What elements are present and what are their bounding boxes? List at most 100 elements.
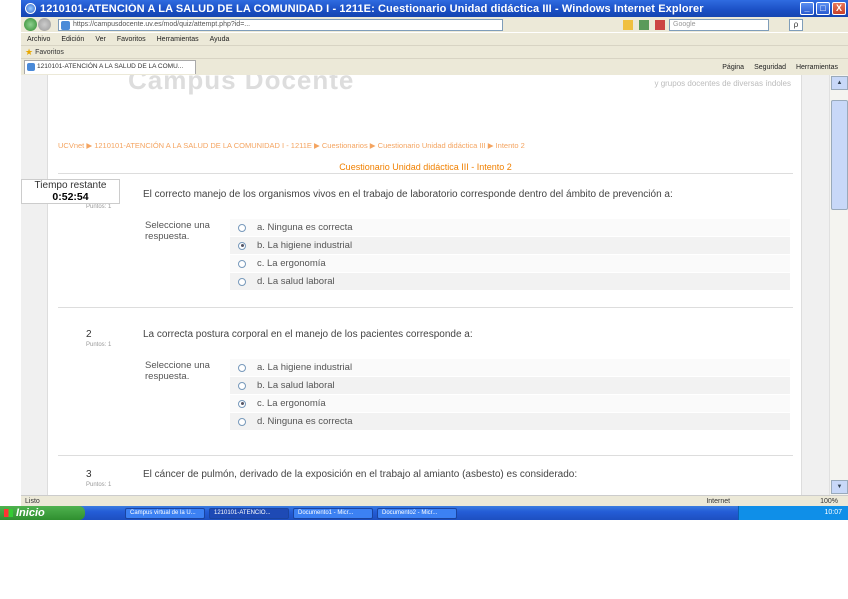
search-button[interactable]: ρ: [789, 18, 803, 31]
answer-option[interactable]: c. La ergonomía: [230, 395, 790, 413]
site-logo: Campus Docente: [128, 75, 355, 95]
page-viewport: Campus Docente y grupos docentes de dive…: [21, 75, 829, 495]
question-number: 2: [86, 329, 92, 340]
address-bar: https://campusdocente.uv.es/mod/quiz/att…: [21, 17, 848, 32]
status-text: Listo: [25, 497, 40, 505]
taskbar-item-active[interactable]: 1210101-ATENCIÓ...: [209, 507, 289, 519]
screen: 1210101-ATENCIÓN A LA SALUD DE LA COMUNI…: [0, 0, 848, 520]
start-button[interactable]: Inicio: [0, 506, 85, 520]
status-bar: Listo Internet 100%: [21, 495, 848, 506]
answer-option[interactable]: b. La salud laboral: [230, 377, 790, 395]
close-button[interactable]: X: [832, 2, 846, 15]
answer-label: a. Ninguna es correcta: [257, 222, 353, 233]
question-block: 2 Puntos: 1 La correcta postura corporal…: [58, 307, 793, 442]
browser-tab[interactable]: 1210101-ATENCIÓN A LA SALUD DE LA COMU..…: [24, 60, 196, 74]
answer-label: b. La salud laboral: [257, 380, 335, 391]
forward-button[interactable]: [38, 18, 51, 31]
question-number: 3: [86, 469, 92, 480]
maximize-button[interactable]: □: [816, 2, 830, 15]
system-tray-clock: 10:07: [738, 506, 848, 520]
address-icons: [623, 19, 665, 30]
answer-label: a. La higiene industrial: [257, 362, 353, 373]
scroll-down-button[interactable]: ▼: [831, 480, 848, 494]
security-zone: Internet: [706, 497, 731, 505]
menu-bar: Archivo Edición Ver Favoritos Herramient…: [21, 32, 848, 45]
question-points: Puntos: 1: [86, 342, 112, 348]
menu-item[interactable]: Ver: [95, 36, 106, 43]
menu-item[interactable]: Edición: [61, 36, 84, 43]
command-bar: Página Seguridad Herramientas: [722, 64, 848, 71]
answer-label: c. La ergonomía: [257, 398, 326, 409]
window-titlebar: 1210101-ATENCIÓN A LA SALUD DE LA COMUNI…: [21, 0, 848, 17]
select-prompt: Seleccione una respuesta.: [145, 220, 210, 242]
zoom-level[interactable]: 100%: [820, 498, 838, 505]
question-text: La correcta postura corporal en el manej…: [143, 329, 473, 340]
refresh-icon[interactable]: [639, 19, 649, 30]
menu-item[interactable]: Herramientas: [157, 36, 199, 43]
answer-option[interactable]: d. Ninguna es correcta: [230, 413, 790, 431]
tab-page-icon: [27, 63, 35, 71]
question-text: El correcto manejo de los organismos viv…: [143, 189, 673, 200]
scroll-thumb[interactable]: [831, 100, 848, 210]
question-block: 3 Puntos: 1 El cáncer de pulmón, derivad…: [58, 455, 793, 495]
lock-icon[interactable]: [623, 19, 633, 30]
menu-item[interactable]: Archivo: [27, 36, 50, 43]
radio-button[interactable]: [238, 259, 246, 268]
answer-label: d. Ninguna es correcta: [257, 416, 353, 427]
scroll-up-button[interactable]: ▲: [831, 76, 848, 90]
back-button[interactable]: [24, 18, 37, 31]
menu-item[interactable]: Favoritos: [117, 36, 146, 43]
radio-button-selected[interactable]: [238, 241, 246, 250]
answer-option[interactable]: a. La higiene industrial: [230, 359, 790, 377]
page-body: Campus Docente y grupos docentes de dive…: [47, 75, 802, 495]
tab-label: 1210101-ATENCIÓN A LA SALUD DE LA COMU..…: [37, 63, 184, 70]
tab-row: 1210101-ATENCIÓN A LA SALUD DE LA COMU..…: [21, 58, 848, 75]
minimize-button[interactable]: _: [800, 2, 814, 15]
window-title: 1210101-ATENCIÓN A LA SALUD DE LA COMUNI…: [40, 2, 704, 15]
radio-button[interactable]: [238, 223, 246, 232]
breadcrumb[interactable]: UCVnet ▶ 1210101-ATENCIÓN A LA SALUD DE …: [58, 141, 525, 150]
radio-button[interactable]: [238, 277, 246, 286]
vertical-scrollbar[interactable]: ▲ ▼: [829, 75, 848, 495]
command-page[interactable]: Página: [722, 64, 744, 71]
answer-list: a. La higiene industrial b. La salud lab…: [230, 359, 790, 431]
favorites-bar: ★ Favoritos: [21, 45, 848, 58]
taskbar: Inicio Campus virtual de la U... 1210101…: [0, 506, 848, 520]
site-tagline: y grupos docentes de diversas índoles: [654, 79, 791, 88]
taskbar-item[interactable]: Documento2 - Micr...: [377, 507, 457, 519]
url-input[interactable]: https://campusdocente.uv.es/mod/quiz/att…: [58, 18, 503, 31]
window-buttons: _ □ X: [800, 2, 846, 15]
answer-option[interactable]: a. Ninguna es correcta: [230, 219, 790, 237]
quiz-title: Cuestionario Unidad didáctica III - Inte…: [339, 162, 512, 172]
time-remaining-label: Tiempo restante: [34, 180, 107, 191]
menu-item[interactable]: Ayuda: [210, 36, 230, 43]
time-remaining-box: Tiempo restante 0:52:54: [21, 179, 120, 204]
radio-button-selected[interactable]: [238, 399, 246, 408]
answer-option[interactable]: c. La ergonomía: [230, 255, 790, 273]
question-block: El correcto manejo de los organismos viv…: [58, 173, 793, 293]
answer-list: a. Ninguna es correcta b. La higiene ind…: [230, 219, 790, 291]
select-prompt: Seleccione una respuesta.: [145, 360, 210, 382]
taskbar-item[interactable]: Documento1 - Micr...: [293, 507, 373, 519]
taskbar-item[interactable]: Campus virtual de la U...: [125, 507, 205, 519]
answer-label: c. La ergonomía: [257, 258, 326, 269]
favorites-button[interactable]: Favoritos: [35, 49, 64, 56]
stop-icon[interactable]: [655, 19, 665, 30]
radio-button[interactable]: [238, 363, 246, 372]
question-points: Puntos: 1: [86, 204, 112, 210]
page-icon: [61, 20, 70, 30]
command-security[interactable]: Seguridad: [754, 64, 786, 71]
command-tools[interactable]: Herramientas: [796, 64, 838, 71]
time-remaining-value: 0:52:54: [52, 191, 89, 203]
ie-icon: [25, 3, 36, 14]
search-input[interactable]: Google: [669, 18, 769, 31]
star-icon: ★: [25, 46, 34, 57]
radio-button[interactable]: [238, 417, 246, 426]
answer-option[interactable]: b. La higiene industrial: [230, 237, 790, 255]
answer-option[interactable]: d. La salud laboral: [230, 273, 790, 291]
answer-label: d. La salud laboral: [257, 276, 335, 287]
answer-label: b. La higiene industrial: [257, 240, 353, 251]
question-text: El cáncer de pulmón, derivado de la expo…: [143, 469, 578, 480]
question-points: Puntos: 1: [86, 482, 112, 488]
radio-button[interactable]: [238, 381, 246, 390]
